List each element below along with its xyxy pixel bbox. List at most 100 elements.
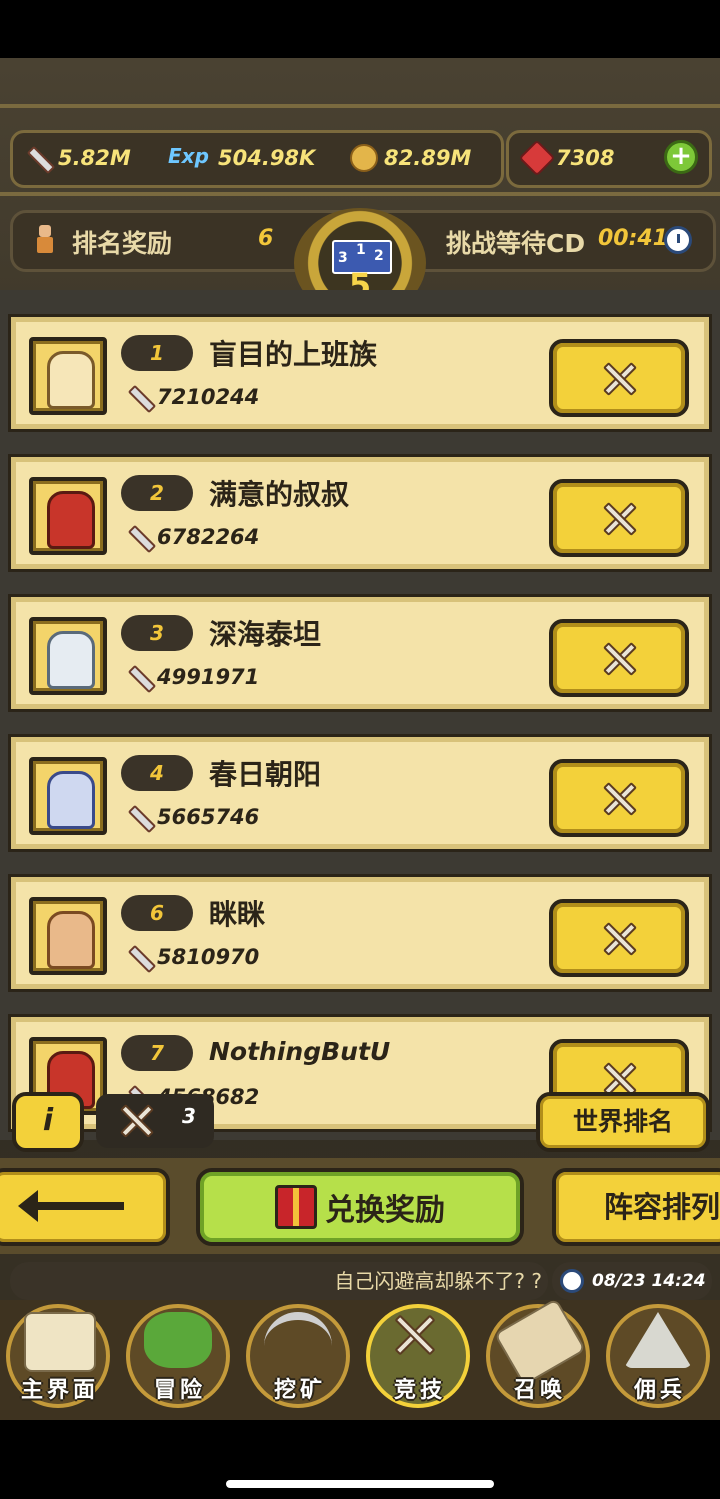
- crossed-swords-icon: [599, 919, 639, 959]
- nav-label: 挖矿: [273, 1378, 326, 1403]
- opponent-power: 6782264: [125, 523, 259, 551]
- crossed-swords-icon: [116, 1101, 156, 1141]
- opponent-rank: 2: [121, 475, 193, 511]
- opponent-name: 盲目的上班族: [209, 338, 378, 371]
- opponent-rank: 7: [121, 1035, 193, 1071]
- sword-icon: [125, 663, 153, 691]
- avatar[interactable]: [29, 757, 107, 835]
- avatar[interactable]: [29, 337, 107, 415]
- challenge-button[interactable]: [549, 339, 689, 417]
- coin-icon: [350, 144, 378, 172]
- attack-value: 5.82M: [58, 146, 131, 170]
- news-ticker: 自己闪避高却躲不了? ?: [10, 1262, 548, 1300]
- opponent-card: 1 盲目的上班族 7210244: [8, 314, 712, 432]
- attempts-badge: 3: [96, 1094, 214, 1148]
- power-value: 6782264: [157, 525, 260, 549]
- opponent-name: 眯眯: [209, 898, 266, 931]
- nav-mining[interactable]: 挖矿: [240, 1300, 360, 1410]
- pickaxe-icon: [264, 1312, 332, 1376]
- map-scroll-icon: [24, 1312, 96, 1372]
- clock-icon: [664, 226, 692, 254]
- challenge-button[interactable]: [549, 619, 689, 697]
- sword-icon: [125, 523, 153, 551]
- opponent-power: 7210244: [125, 383, 259, 411]
- back-arrow-icon: [18, 1190, 124, 1222]
- island-icon: [144, 1312, 212, 1368]
- clock-icon: [560, 1269, 584, 1293]
- opponent-rank: 1: [121, 335, 193, 371]
- opponent-name: 满意的叔叔: [209, 478, 350, 511]
- divider: [0, 104, 720, 108]
- back-button[interactable]: [0, 1168, 170, 1246]
- opponent-name: 春日朝阳: [209, 758, 322, 791]
- challenge-button[interactable]: [549, 479, 689, 557]
- opponent-rank: 3: [121, 615, 193, 651]
- nav-label: 召唤: [513, 1378, 566, 1403]
- crossed-swords-icon: [599, 779, 639, 819]
- datetime: 08/23 14:24: [592, 1271, 706, 1291]
- challenge-button[interactable]: [549, 759, 689, 837]
- opponent-name: NothingButU: [209, 1037, 391, 1066]
- sword-icon: [125, 803, 153, 831]
- nav-arena[interactable]: 竞技: [360, 1300, 480, 1410]
- person-icon: [34, 225, 56, 255]
- gem-value: 7308: [556, 146, 615, 170]
- lineup-button[interactable]: 阵容排列: [552, 1168, 720, 1246]
- rank-reward-label[interactable]: 排名奖励: [72, 224, 172, 260]
- gold-value: 82.89M: [384, 146, 472, 170]
- crossed-swords-icon: [599, 639, 639, 679]
- home-indicator[interactable]: [226, 1480, 494, 1488]
- attack-resource: 5.82M: [24, 138, 131, 178]
- nav-home[interactable]: 主界面: [0, 1300, 120, 1410]
- power-value: 7210244: [157, 385, 260, 409]
- challenge-cd-value: 00:41: [598, 226, 669, 251]
- gem-resource: 7308: [518, 138, 615, 178]
- podium-digit: 1: [356, 242, 366, 258]
- top-black-bar: [0, 0, 720, 58]
- nav-label: 竞技: [393, 1378, 446, 1403]
- redeem-rewards-button[interactable]: 兑换奖励: [196, 1168, 524, 1246]
- nav-mercenary[interactable]: 佣兵: [600, 1300, 720, 1410]
- avatar[interactable]: [29, 897, 107, 975]
- sword-icon: [125, 943, 153, 971]
- nav-adventure[interactable]: 冒险: [120, 1300, 240, 1410]
- opponent-card: 3 深海泰坦 4991971: [8, 594, 712, 712]
- power-value: 5665746: [157, 805, 260, 829]
- rank-reward-value: 6: [258, 226, 274, 251]
- gold-resource: 82.89M: [350, 138, 471, 178]
- opponent-rank: 6: [121, 895, 193, 931]
- nav-label: 冒险: [153, 1378, 206, 1403]
- sword-icon: [125, 383, 153, 411]
- opponent-card: 6 眯眯 5810970: [8, 874, 712, 992]
- crossed-swords-icon: [599, 359, 639, 399]
- opponent-list[interactable]: 1 盲目的上班族 7210244 2 满意的叔叔 6782264 3 深海泰坦 …: [0, 290, 720, 1140]
- challenge-button[interactable]: [549, 899, 689, 977]
- info-button[interactable]: i: [12, 1092, 84, 1152]
- nav-summon[interactable]: 召唤: [480, 1298, 600, 1410]
- gem-icon: [518, 139, 556, 177]
- opponent-power: 5665746: [125, 803, 259, 831]
- exp-resource: Exp 504.98K: [168, 138, 315, 178]
- crossed-swords-icon: [394, 1310, 444, 1360]
- podium-digit: 2: [374, 248, 384, 264]
- gift-icon: [275, 1185, 317, 1229]
- podium-digit: 3: [338, 250, 348, 266]
- avatar[interactable]: [29, 617, 107, 695]
- add-gems-button[interactable]: +: [664, 140, 698, 174]
- datetime-box: 08/23 14:24: [552, 1262, 712, 1300]
- exp-icon: Exp: [168, 144, 209, 168]
- power-value: 5810970: [157, 945, 260, 969]
- opponent-card: 2 满意的叔叔 6782264: [8, 454, 712, 572]
- opponent-rank: 4: [121, 755, 193, 791]
- exp-value: 504.98K: [218, 146, 316, 170]
- nav-label: 佣兵: [633, 1378, 686, 1403]
- divider: [0, 192, 720, 196]
- opponent-name: 深海泰坦: [209, 618, 322, 651]
- redeem-label: 兑换奖励: [325, 1193, 445, 1228]
- world-rank-button[interactable]: 世界排名: [536, 1092, 710, 1152]
- avatar[interactable]: [29, 477, 107, 555]
- challenge-cd-label: 挑战等待CD: [446, 229, 586, 258]
- opponent-card: 4 春日朝阳 5665746: [8, 734, 712, 852]
- sword-icon: [24, 144, 52, 172]
- nav-label: 主界面: [20, 1378, 99, 1403]
